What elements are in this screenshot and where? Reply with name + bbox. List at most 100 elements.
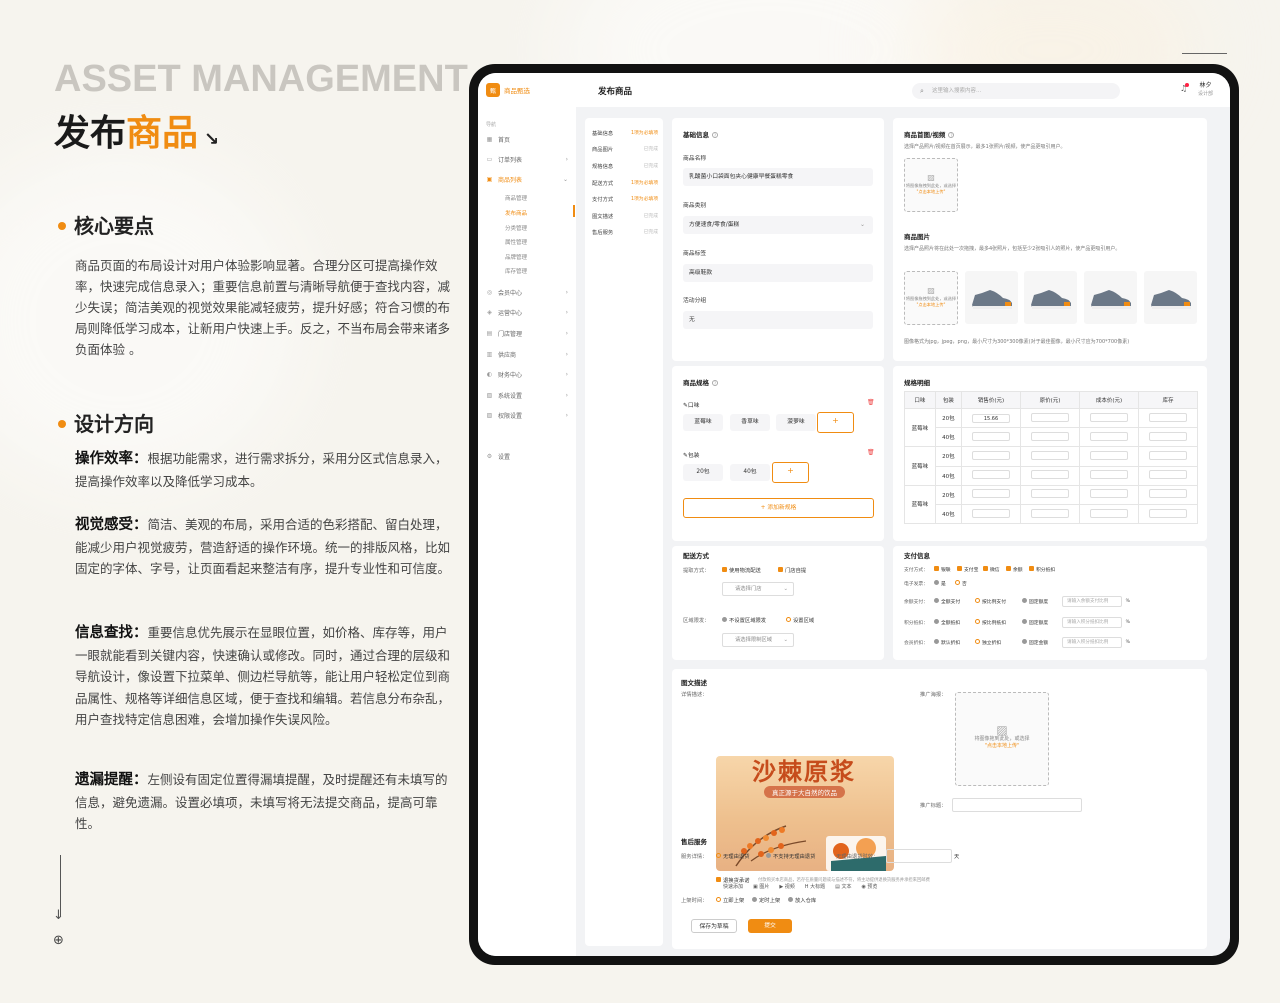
points-fixed-radio[interactable]: 固定额度 [1022,619,1048,626]
sidebar-sub-category[interactable]: 分类管理 [505,224,527,232]
help-icon[interactable]: ? [712,132,718,138]
price-input[interactable] [972,489,1011,499]
stock-input[interactable] [1149,450,1187,460]
sidebar-item-members[interactable]: ◎ 会员中心 › [478,284,576,300]
pay-points-checkbox[interactable]: 积分抵扣 [1029,566,1055,573]
trash-icon[interactable]: 🗑 [867,449,875,456]
logistics-checkbox[interactable]: 使用物流配送 [722,566,761,574]
no-reason-return-radio[interactable]: 无理由退货 [716,852,750,860]
add-spec-item-button[interactable]: + [817,412,854,433]
member-ratio-input[interactable]: 请输入积分抵扣比例% [1062,637,1130,648]
product-name-input[interactable]: 乳酸菌小口袋面包夹心健康早餐蛋糕零食 [683,168,873,186]
step-item[interactable]: 基础信息 1项为必填项 [592,129,658,137]
sidebar-item-suppliers[interactable]: ▥ 供应商 › [478,346,576,362]
sidebar-item-orders[interactable]: ▭ 订单列表 › [478,151,576,167]
pay-wechat-checkbox[interactable]: 微信 [983,566,1000,573]
quick-add-button[interactable]: 快速添加 [723,883,743,890]
spec-chip[interactable]: 40包 [730,464,770,481]
trash-icon[interactable]: 🗑 [867,399,875,406]
cost-input[interactable] [1090,470,1128,480]
sidebar-item-products[interactable]: ▣ 商品列表 ⌄ [478,171,576,187]
orig-price-input[interactable] [1031,450,1070,460]
sidebar-sub-publish-product[interactable]: 发布商品 [505,209,527,217]
sidebar-item-operations[interactable]: ◈ 运营中心 › [478,304,576,320]
images-upload[interactable]: ▨ 将图像拖拽到此处，或选择 "点击本地上传" [904,271,958,325]
cover-upload[interactable]: ▨ 将图像拖拽到此处，或选择 "点击本地上传" [904,158,958,212]
stock-input[interactable] [1149,508,1187,518]
category-select[interactable]: 方便速食/零食/蛋糕 ⌄ [683,216,873,234]
product-image-thumb[interactable] [1144,271,1197,324]
sidebar-item-system[interactable]: ▧ 系统设置 › [478,387,576,403]
step-item[interactable]: 配送方式 1项为必填项 [592,179,658,187]
add-spec-item-button[interactable]: + [772,462,809,483]
area-select[interactable]: 请选择限制区域 ⌄ [722,633,794,647]
cost-input[interactable] [1090,489,1128,499]
spec-chip[interactable]: 菠萝味 [776,414,816,431]
submit-button[interactable]: 提交 [748,919,792,933]
product-image-thumb[interactable] [1084,271,1137,324]
cost-input[interactable] [1090,412,1128,422]
return-days-input[interactable] [886,849,952,863]
pay-balance-checkbox[interactable]: 余额 [1006,566,1023,573]
sidebar-item-settings[interactable]: ⚙ 设置 [478,448,576,464]
stock-input[interactable] [1149,470,1187,480]
orig-price-input[interactable] [1031,470,1070,480]
sidebar-item-finance[interactable]: ◐ 财务中心 › [478,366,576,382]
cost-input[interactable] [1090,431,1128,441]
pay-unionpay-checkbox[interactable]: 银联 [934,566,951,573]
stock-input[interactable] [1149,431,1187,441]
orig-price-input[interactable] [1031,489,1070,499]
balance-full-radio[interactable]: 全额支付 [934,598,960,605]
orig-price-input[interactable] [1031,412,1070,422]
poster-upload[interactable]: ▨ 将图像拖到此处，或选择 "点击本地上传" [955,692,1049,786]
orig-price-input[interactable] [1031,508,1070,518]
balance-ratio-radio[interactable]: 按比例支付 [975,598,1006,605]
spec-chip[interactable]: 蓝莓味 [683,414,723,431]
return-promise-checkbox[interactable]: 退换货承诺 [716,876,750,884]
poster-title-input[interactable] [952,798,1082,812]
help-icon[interactable]: ? [712,380,718,386]
no-area-radio[interactable]: 不设置区域限发 [722,616,766,624]
price-input[interactable]: 15.66 [972,413,1011,423]
stock-input[interactable] [1149,412,1187,422]
save-draft-button[interactable]: 保存为草稿 [691,919,737,933]
points-full-radio[interactable]: 全额抵扣 [934,619,960,626]
shelf-now-radio[interactable]: 立即上架 [716,896,744,904]
app-logo[interactable]: 甄商品甄选 [486,83,530,97]
product-image-thumb[interactable] [965,271,1018,324]
stock-input[interactable] [1149,489,1187,499]
invoice-yes-radio[interactable]: 是 [934,580,946,587]
store-select[interactable]: 请选择门店 ⌄ [722,582,794,596]
insert-heading-button[interactable]: H 大标题 [805,883,825,890]
product-image-thumb[interactable] [1024,271,1077,324]
no-return-radio[interactable]: 不支持无理由退货 [766,852,815,860]
price-input[interactable] [972,508,1011,518]
shelf-scheduled-radio[interactable]: 定时上架 [752,896,780,904]
upload-link[interactable]: "点击本地上传" [985,743,1020,749]
sidebar-sub-attribute[interactable]: 属性管理 [505,238,527,246]
price-input[interactable] [972,431,1011,441]
user-profile[interactable]: 林夕 设计部 [1198,81,1213,99]
member-fixed-radio[interactable]: 固定金额 [1022,639,1048,646]
cost-input[interactable] [1090,508,1128,518]
search-input[interactable]: ⌕ 这里输入搜索内容... [912,83,1120,99]
upload-link[interactable]: "点击本地上传" [917,189,946,194]
step-item[interactable]: 支付方式 1项为必填项 [592,195,658,203]
step-item[interactable]: 规格信息 已完成 [592,162,658,170]
help-icon[interactable]: ? [948,132,955,138]
points-ratio-input[interactable]: 请输入积分抵扣比例% [1062,617,1130,628]
spec-chip[interactable]: 20包 [683,464,723,481]
insert-video-button[interactable]: ▶ 视频 [779,883,794,890]
upload-link[interactable]: "点击本地上传" [917,302,946,307]
sidebar-item-stores[interactable]: ▤ 门店管理 › [478,325,576,341]
cost-input[interactable] [1090,450,1128,460]
preview-button[interactable]: ◉ 预览 [861,883,877,890]
spec-chip[interactable]: 香草味 [730,414,770,431]
price-input[interactable] [972,470,1011,480]
member-independent-radio[interactable]: 独立折扣 [975,639,1001,646]
invoice-no-radio[interactable]: 否 [955,580,967,587]
shelf-warehouse-radio[interactable]: 放入仓库 [788,896,816,904]
price-input[interactable] [972,450,1011,460]
step-item[interactable]: 图文描述 已完成 [592,212,658,220]
balance-ratio-input[interactable]: 请输入余额支付比例% [1062,596,1130,607]
